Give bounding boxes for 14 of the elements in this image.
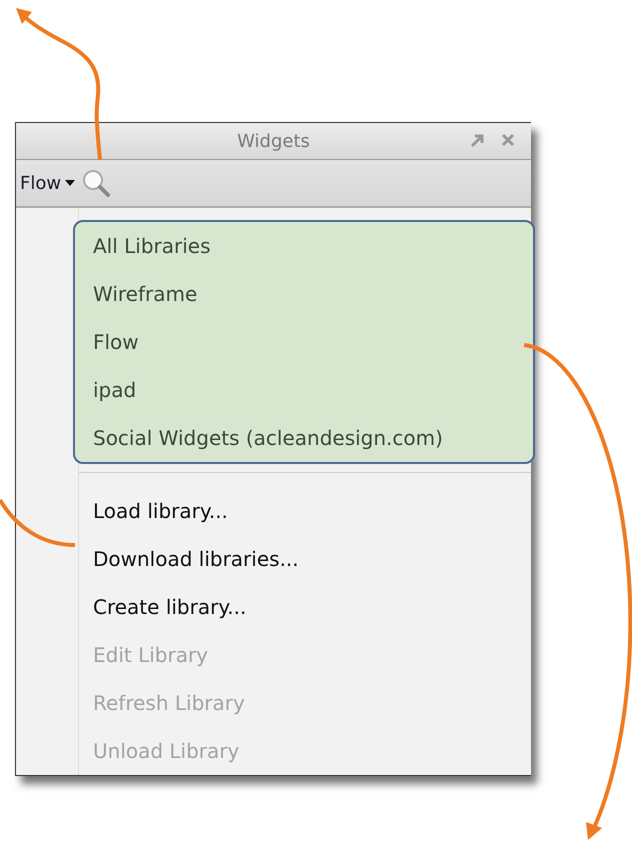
search-icon[interactable] (81, 168, 112, 198)
menu-item[interactable]: Create library... (79, 583, 531, 631)
library-dropdown[interactable]: Flow (20, 172, 76, 194)
library-menu-item[interactable]: ipad (93, 366, 533, 414)
library-menu-item[interactable]: Flow (93, 318, 533, 366)
menu-item[interactable]: Load library... (79, 487, 531, 535)
expand-icon[interactable] (469, 133, 485, 149)
panel-title: Widgets (237, 130, 310, 152)
close-icon[interactable] (501, 133, 515, 147)
caret-icon (65, 180, 76, 186)
menu-item[interactable]: Download libraries... (79, 535, 531, 583)
library-menu-item[interactable]: Wireframe (93, 270, 533, 318)
library-menu-item[interactable]: Social Widgets (acleandesign.com) (93, 414, 533, 462)
library-menu-item[interactable]: All Libraries (93, 222, 533, 270)
